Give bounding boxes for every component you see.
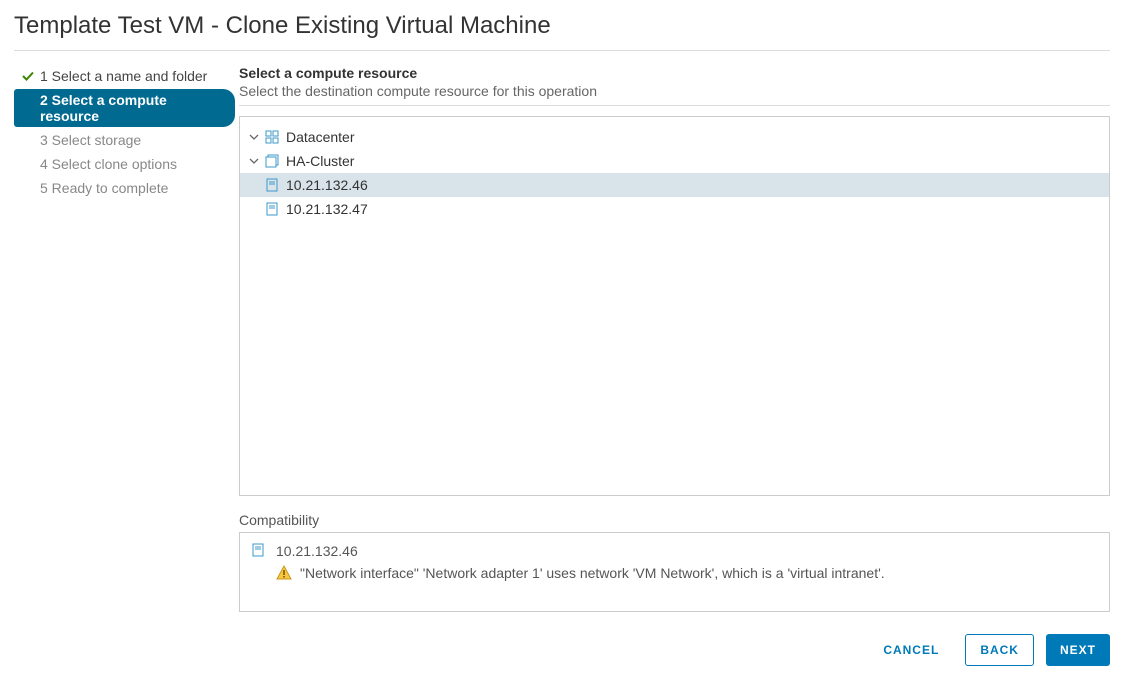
cancel-button[interactable]: CANCEL xyxy=(869,634,953,666)
wizard-step-label: 4 Select clone options xyxy=(40,156,177,172)
wizard-step-5[interactable]: 5 Ready to complete xyxy=(14,177,235,199)
tree-node-label: HA-Cluster xyxy=(286,153,354,169)
next-button[interactable]: NEXT xyxy=(1046,634,1110,666)
compatibility-message-row: "Network interface" 'Network adapter 1' … xyxy=(252,565,1097,581)
datacenter-icon xyxy=(264,129,280,145)
wizard-steps: 1 Select a name and folder 2 Select a co… xyxy=(14,65,239,666)
wizard-step-4[interactable]: 4 Select clone options xyxy=(14,153,235,175)
compatibility-message-text: "Network interface" 'Network adapter 1' … xyxy=(300,565,885,581)
host-icon xyxy=(252,543,268,559)
check-icon xyxy=(20,100,36,116)
wizard-step-3[interactable]: 3 Select storage xyxy=(14,129,235,151)
wizard-step-label: 2 Select a compute resource xyxy=(40,92,229,124)
tree-node-host[interactable]: 10.21.132.46 xyxy=(240,173,1109,197)
tree-node-label: Datacenter xyxy=(286,129,354,145)
back-button[interactable]: BACK xyxy=(965,634,1034,666)
compute-resource-tree[interactable]: Datacenter HA-Cluster xyxy=(239,116,1110,496)
wizard-step-1[interactable]: 1 Select a name and folder xyxy=(14,65,235,87)
host-icon xyxy=(264,201,280,217)
wizard-footer: CANCEL BACK NEXT xyxy=(239,612,1110,666)
tree-node-host[interactable]: 10.21.132.47 xyxy=(240,197,1109,221)
compatibility-host: 10.21.132.46 xyxy=(252,543,1097,559)
dialog-title: Template Test VM - Clone Existing Virtua… xyxy=(14,12,1110,51)
tree-node-label: 10.21.132.47 xyxy=(286,201,368,217)
section-description: Select the destination compute resource … xyxy=(239,83,1110,99)
check-icon xyxy=(20,132,36,148)
check-icon xyxy=(20,156,36,172)
compatibility-box: 10.21.132.46 "Network interface" 'Networ… xyxy=(239,532,1110,612)
section-heading: Select a compute resource xyxy=(239,65,1110,81)
tree-node-cluster[interactable]: HA-Cluster xyxy=(240,149,1109,173)
tree-node-datacenter[interactable]: Datacenter xyxy=(240,125,1109,149)
chevron-down-icon[interactable] xyxy=(248,131,260,143)
wizard-step-label: 3 Select storage xyxy=(40,132,141,148)
warning-icon xyxy=(276,565,292,581)
compatibility-label: Compatibility xyxy=(239,512,1110,528)
divider xyxy=(239,105,1110,106)
chevron-down-icon[interactable] xyxy=(248,155,260,167)
host-icon xyxy=(264,177,280,193)
cluster-icon xyxy=(264,153,280,169)
check-icon xyxy=(20,180,36,196)
main-panel: Select a compute resource Select the des… xyxy=(239,65,1110,666)
compatibility-host-label: 10.21.132.46 xyxy=(276,543,358,559)
wizard-step-label: 1 Select a name and folder xyxy=(40,68,207,84)
tree-node-label: 10.21.132.46 xyxy=(286,177,368,193)
wizard-step-label: 5 Ready to complete xyxy=(40,180,168,196)
wizard-step-2[interactable]: 2 Select a compute resource xyxy=(14,89,235,127)
check-icon xyxy=(20,68,36,84)
